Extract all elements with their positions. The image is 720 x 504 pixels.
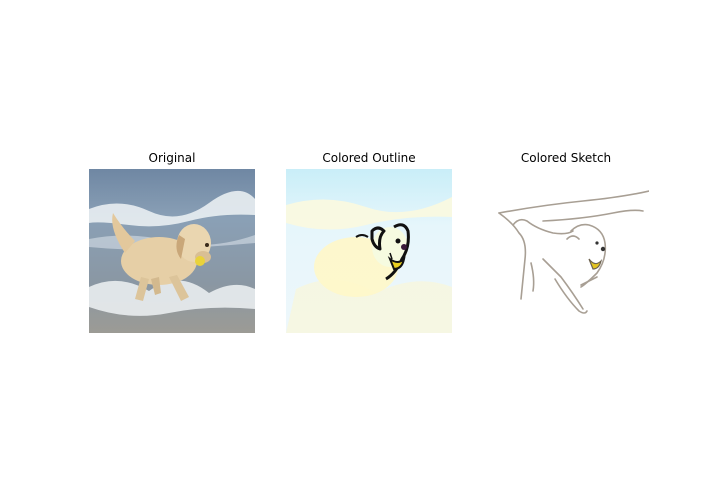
figure-canvas: { "panels": [ {"title": "Original"}, {"t… xyxy=(0,0,720,504)
panel-title-original: Original xyxy=(148,151,196,165)
original-photo xyxy=(89,169,255,333)
colored-outline-graphic xyxy=(286,169,452,333)
colored-outline-image xyxy=(286,169,452,333)
colored-sketch-graphic xyxy=(483,169,649,333)
panel-title-colored-sketch: Colored Sketch xyxy=(520,151,612,165)
colored-sketch-image xyxy=(483,169,649,333)
original-photo-graphic xyxy=(89,169,255,333)
panel-title-colored-outline: Colored Outline xyxy=(322,151,416,165)
